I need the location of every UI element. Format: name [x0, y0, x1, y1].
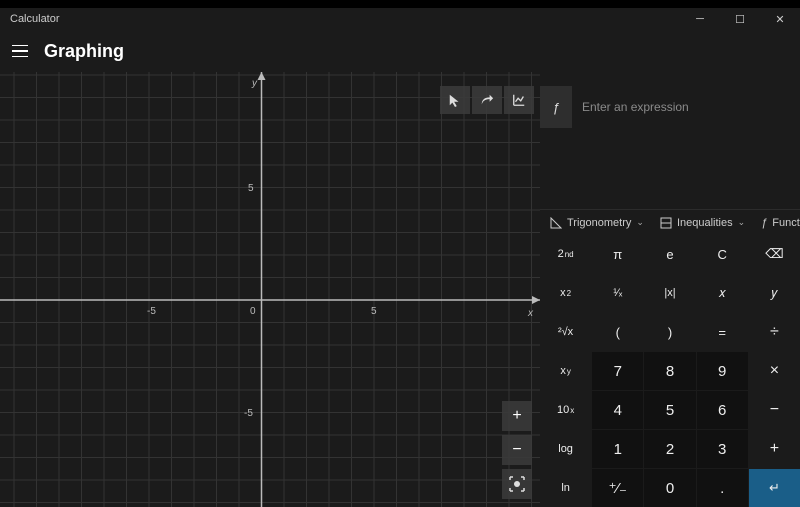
host-menubar [0, 0, 800, 8]
key-root[interactable]: ²√x [540, 313, 591, 351]
expression-input[interactable] [572, 86, 800, 128]
y-axis-label: y [251, 78, 258, 89]
angle-icon [550, 217, 562, 229]
minus-icon: − [512, 441, 521, 459]
key-plus[interactable]: + [749, 430, 800, 468]
key-multiply[interactable]: × [749, 352, 800, 390]
zoom-fit-button[interactable] [502, 469, 532, 499]
key-rparen[interactable]: ) [644, 313, 695, 351]
share-icon [480, 93, 494, 107]
zoom-out-button[interactable]: − [502, 435, 532, 465]
page-title: Graphing [44, 41, 124, 62]
key-5[interactable]: 5 [644, 391, 695, 429]
key-var-y[interactable]: 𝑦 [749, 274, 800, 312]
key-x-squared[interactable]: x2 [540, 274, 591, 312]
key-abs[interactable]: |x| [644, 274, 695, 312]
zoom-controls: + − [502, 401, 532, 499]
graph-options-icon [512, 93, 526, 107]
app-title: Calculator [10, 13, 60, 25]
titlebar: Calculator ─ ☐ ✕ [0, 8, 800, 30]
key-8[interactable]: 8 [644, 352, 695, 390]
key-2[interactable]: 2 [644, 430, 695, 468]
keypad: 2nd π e C ⌫ x2 ¹⁄ₓ |x| 𝑥 𝑦 ²√x ( ) = ÷ x… [540, 235, 800, 507]
right-pane: ƒ Trigonometry ⌄ Inequalities ⌄ ƒ Functi… [540, 72, 800, 507]
close-button[interactable]: ✕ [760, 8, 800, 30]
key-0[interactable]: 0 [644, 469, 695, 507]
key-negate[interactable]: ⁺⁄₋ [592, 469, 643, 507]
x-axis-label: x [527, 308, 534, 319]
share-button[interactable] [472, 86, 502, 114]
key-var-x[interactable]: 𝑥 [697, 274, 748, 312]
key-1[interactable]: 1 [592, 430, 643, 468]
key-6[interactable]: 6 [697, 391, 748, 429]
category-trig-label: Trigonometry [567, 217, 631, 229]
x-tick-neg5: -5 [147, 306, 156, 317]
expression-row: ƒ [540, 86, 800, 128]
graph-canvas[interactable]: -5 5 0 5 -5 x y [0, 72, 540, 507]
minimize-button[interactable]: ─ [680, 8, 720, 30]
header: Graphing [0, 30, 800, 72]
category-func-label: Function [772, 217, 800, 229]
category-inequalities[interactable]: Inequalities ⌄ [652, 210, 753, 235]
graph-toolbar [440, 86, 534, 114]
key-backspace[interactable]: ⌫ [749, 235, 800, 273]
key-ln[interactable]: ln [540, 469, 591, 507]
key-e[interactable]: e [644, 235, 695, 273]
function-icon: ƒ [761, 217, 767, 229]
inequality-icon [660, 217, 672, 229]
key-9[interactable]: 9 [697, 352, 748, 390]
x-tick-pos5: 5 [371, 306, 377, 317]
key-ten-power-x[interactable]: 10x [540, 391, 591, 429]
y-tick-pos5: 5 [248, 183, 254, 194]
key-log[interactable]: log [540, 430, 591, 468]
graph-pane[interactable]: -5 5 0 5 -5 x y + − [0, 72, 540, 507]
key-decimal[interactable]: . [697, 469, 748, 507]
menu-icon[interactable] [8, 39, 32, 63]
zoom-in-button[interactable]: + [502, 401, 532, 431]
fx-button[interactable]: ƒ [540, 86, 572, 128]
fit-icon [509, 476, 525, 492]
key-3[interactable]: 3 [697, 430, 748, 468]
cursor-icon [448, 93, 462, 107]
key-x-power-y[interactable]: xy [540, 352, 591, 390]
key-minus[interactable]: − [749, 391, 800, 429]
key-7[interactable]: 7 [592, 352, 643, 390]
origin-label: 0 [250, 306, 256, 317]
key-divide[interactable]: ÷ [749, 313, 800, 351]
graph-settings-button[interactable] [504, 86, 534, 114]
category-functions[interactable]: ƒ Function [753, 210, 800, 235]
trace-button[interactable] [440, 86, 470, 114]
key-submit[interactable]: ↵ [749, 469, 800, 507]
y-tick-neg5: -5 [244, 408, 253, 419]
key-pi[interactable]: π [592, 235, 643, 273]
key-reciprocal[interactable]: ¹⁄ₓ [592, 274, 643, 312]
chevron-down-icon: ⌄ [738, 217, 746, 228]
plus-icon: + [512, 407, 521, 425]
category-ineq-label: Inequalities [677, 217, 733, 229]
maximize-button[interactable]: ☐ [720, 8, 760, 30]
key-clear[interactable]: C [697, 235, 748, 273]
chevron-down-icon: ⌄ [636, 217, 644, 228]
key-2nd[interactable]: 2nd [540, 235, 591, 273]
category-trigonometry[interactable]: Trigonometry ⌄ [542, 210, 652, 235]
key-equals[interactable]: = [697, 313, 748, 351]
category-row: Trigonometry ⌄ Inequalities ⌄ ƒ Function [540, 209, 800, 235]
key-lparen[interactable]: ( [592, 313, 643, 351]
function-icon: ƒ [552, 100, 559, 115]
key-4[interactable]: 4 [592, 391, 643, 429]
